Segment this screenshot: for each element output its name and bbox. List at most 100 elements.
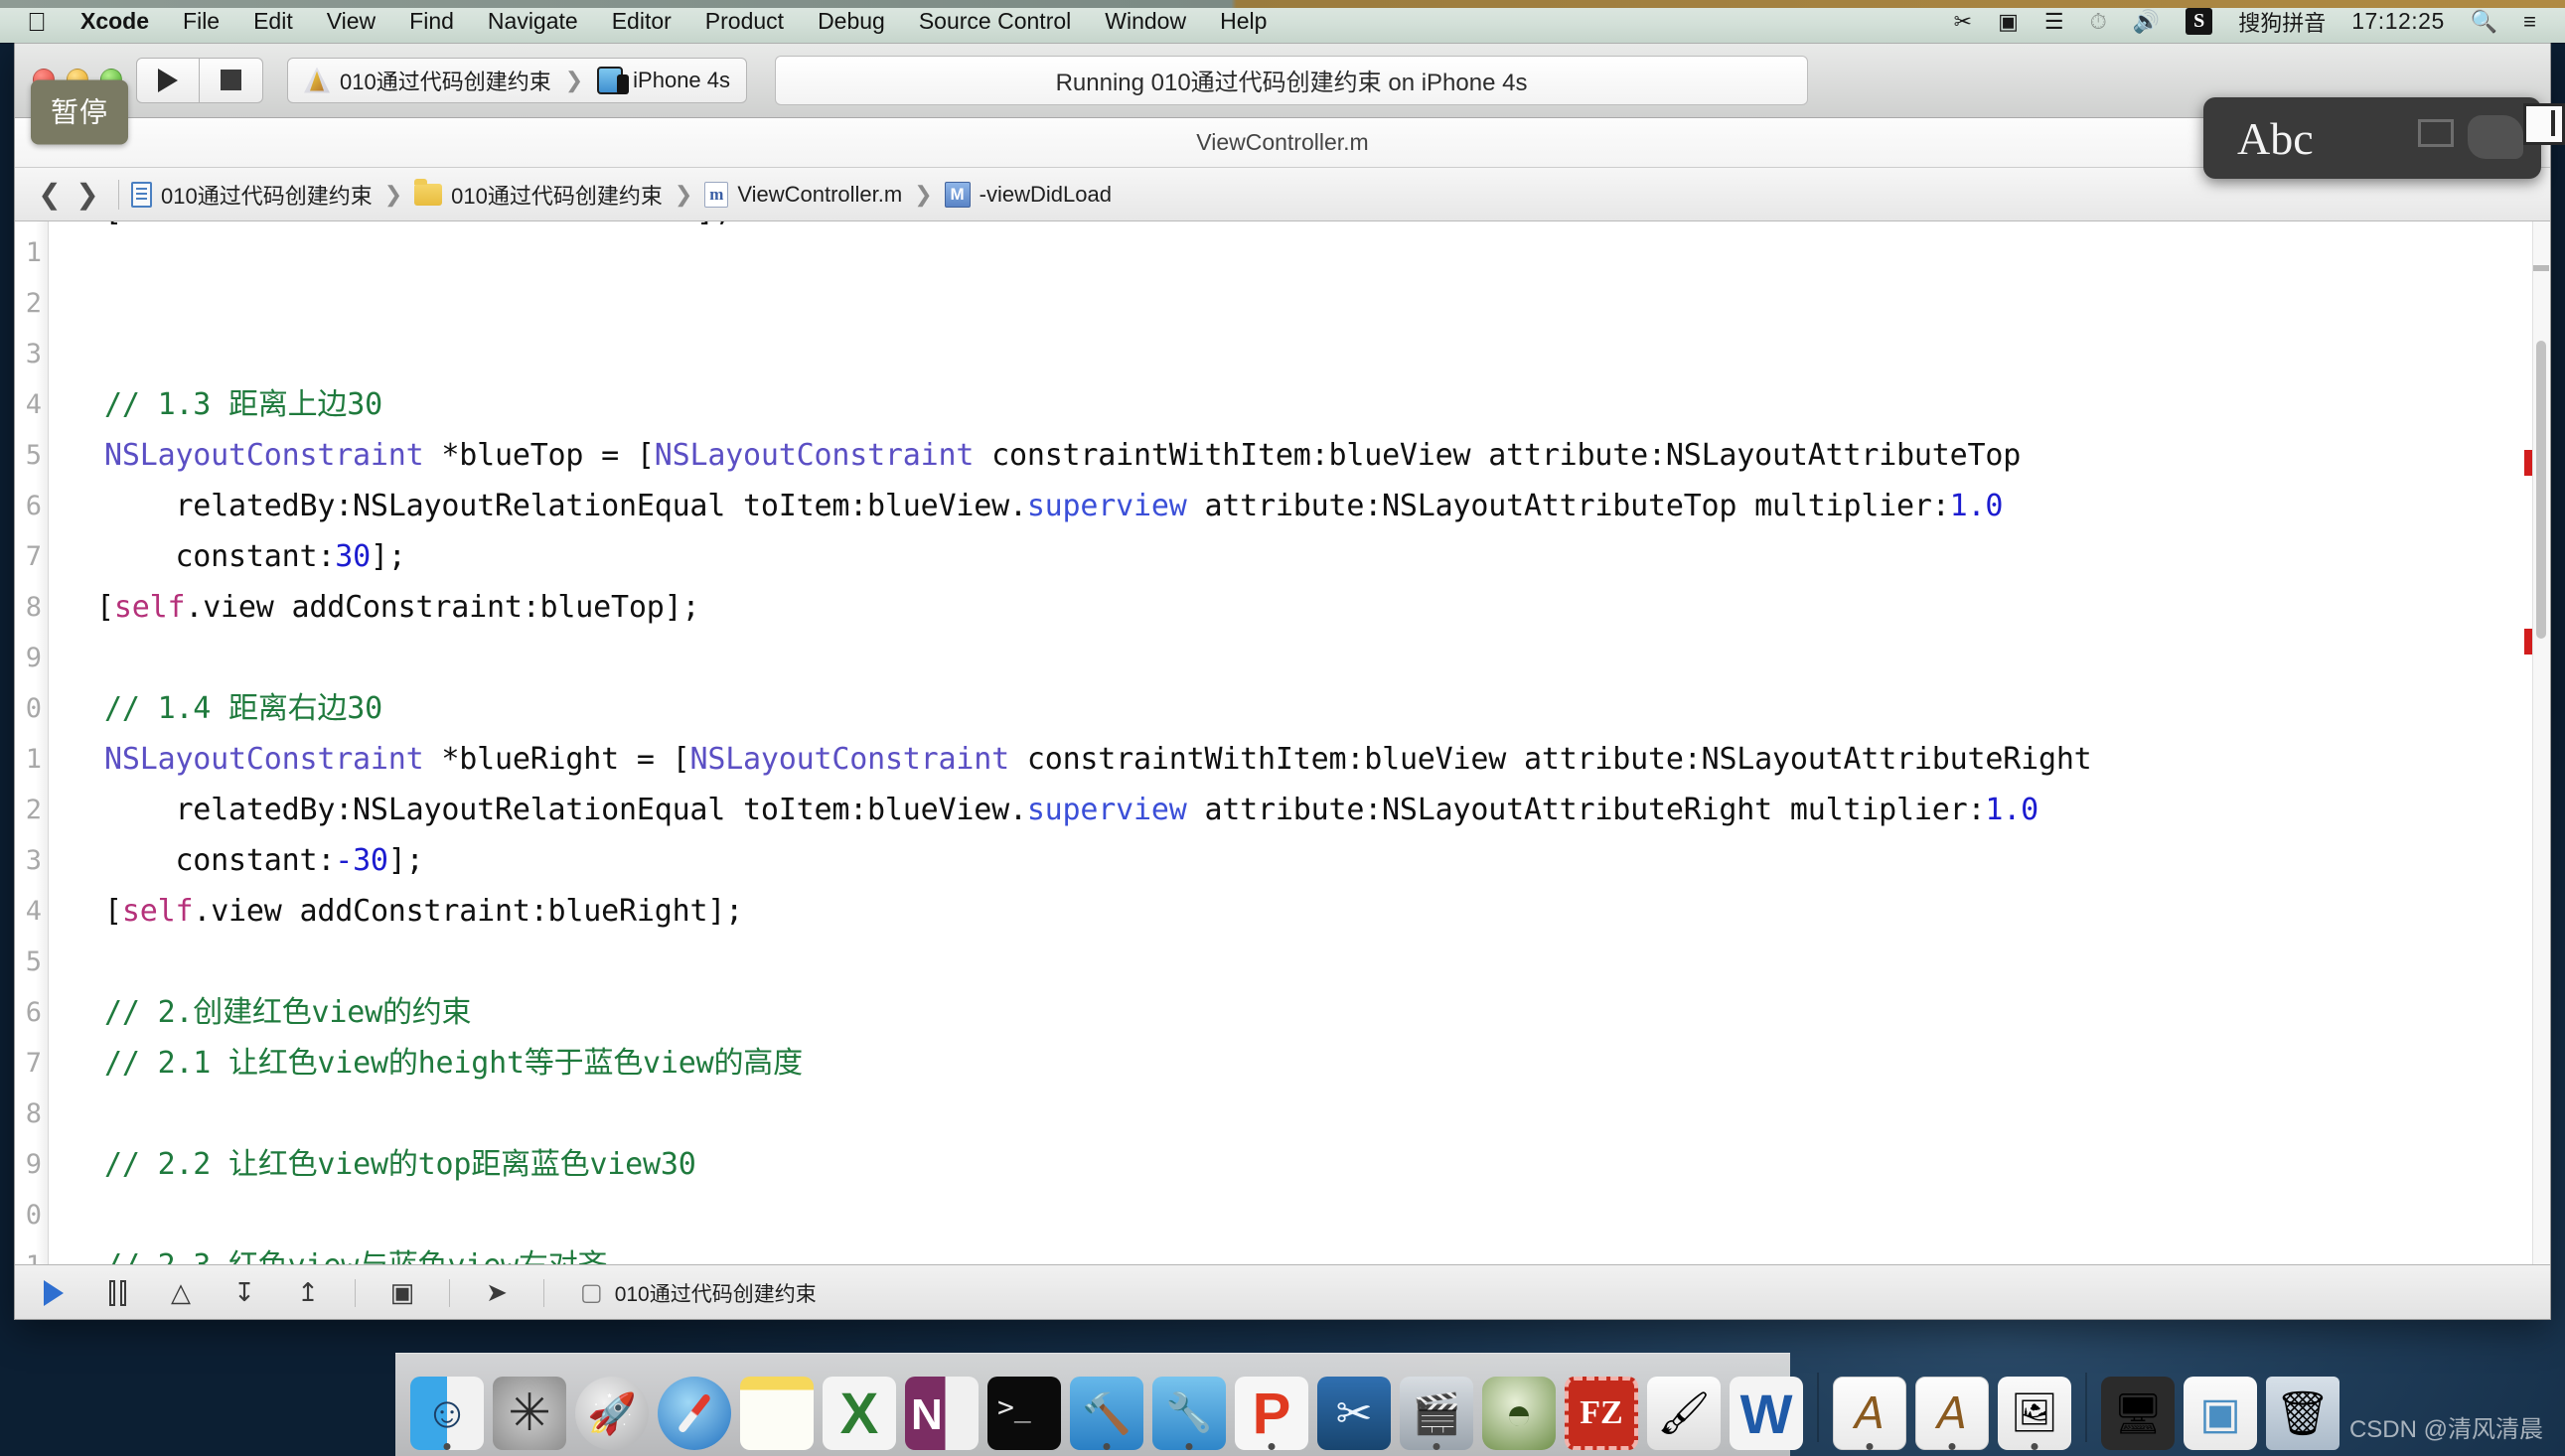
line-number: 6 — [25, 997, 42, 1028]
watermark: CSDN @清风清晨 — [2348, 1416, 2543, 1443]
breadcrumb-item-method[interactable]: M -viewDidLoad — [944, 181, 1112, 208]
continue-icon — [44, 1279, 64, 1306]
code-line: NSLayoutConstraint *blueRight = [NSLayou… — [104, 742, 2092, 777]
scrollbar-mark — [2533, 265, 2549, 271]
run-button[interactable] — [136, 57, 200, 103]
code-line: relatedBy:NSLayoutRelationEqual toItem:b… — [104, 489, 2004, 523]
scrollbar-thumb[interactable] — [2536, 341, 2546, 639]
chevron-right-icon[interactable]: ❯ — [69, 168, 106, 221]
running-indicator — [1268, 1443, 1276, 1450]
dock-item-pdf-reader[interactable] — [1232, 1365, 1311, 1450]
chevron-right-icon: ❯ — [674, 181, 693, 207]
dock-item-screen-share[interactable] — [2098, 1365, 2178, 1450]
pause-tooltip: 暂停 — [31, 79, 129, 145]
dock-item-safari[interactable] — [655, 1365, 734, 1450]
breadcrumb-label: -viewDidLoad — [979, 181, 1112, 207]
breadcrumb-divider — [118, 179, 119, 210]
line-number: 1 — [25, 237, 42, 268]
onenote-icon — [905, 1377, 979, 1450]
chevron-right-icon: ❯ — [914, 181, 933, 207]
dock-item-excel[interactable] — [820, 1365, 899, 1450]
dock-item-system-prefs[interactable] — [490, 1365, 569, 1450]
error-marker[interactable] — [2524, 629, 2532, 655]
trash-icon — [2266, 1377, 2339, 1450]
breadcrumb-item-folder[interactable]: 010通过代码创建约束 — [414, 178, 663, 211]
step-over-button[interactable]: △ — [164, 1276, 198, 1310]
hand-icon — [2468, 115, 2523, 159]
rocket-icon — [575, 1377, 649, 1450]
debug-process-selector[interactable]: ▢ 010通过代码创建约束 — [580, 1278, 817, 1308]
word-icon — [1730, 1377, 1803, 1450]
dock-item-navicat[interactable] — [1479, 1365, 1559, 1450]
code-comment: // 2.2 让红色view的top距离蓝色view30 — [104, 1147, 696, 1182]
pause-button[interactable] — [100, 1276, 134, 1310]
dock-item-document-a[interactable] — [1830, 1365, 1909, 1450]
dock-item-word[interactable] — [1727, 1365, 1806, 1450]
code-line: // 2.创建红色view的约束 — [49, 987, 2550, 1038]
dock-item-filezilla[interactable] — [1562, 1365, 1641, 1450]
dock-item-notes[interactable] — [737, 1365, 817, 1450]
current-filename: ViewController.m — [1196, 129, 1369, 155]
step-into-button[interactable]: ↧ — [227, 1276, 261, 1310]
dock-item-video-editor[interactable] — [1397, 1365, 1476, 1450]
view-hierarchy-button[interactable]: ▣ — [385, 1276, 419, 1310]
line-number: 8 — [25, 1098, 42, 1129]
line-number: 2 — [25, 795, 42, 825]
continue-button[interactable] — [37, 1276, 71, 1310]
dock-item-xcode-beta[interactable] — [1149, 1365, 1229, 1450]
line-number: 6 — [25, 491, 42, 521]
editor-scrollbar[interactable] — [2532, 221, 2550, 1264]
step-out-button[interactable]: ↥ — [291, 1276, 325, 1310]
dock-item-snip-tool[interactable] — [1314, 1365, 1394, 1450]
dock-item-document-a2[interactable] — [1912, 1365, 1992, 1450]
status-text: Running 010通过代码创建约束 on iPhone 4s — [1055, 70, 1528, 96]
gear-icon — [493, 1377, 566, 1450]
terminal-icon — [987, 1377, 1061, 1450]
simulate-location-icon: ➤ — [486, 1277, 508, 1307]
code-line: // 2.1 让红色view的height等于蓝色view的高度 — [49, 1038, 2550, 1089]
running-indicator — [1103, 1443, 1111, 1450]
code-line: // 2.3 红色view与蓝色view右对齐 — [49, 1240, 2550, 1264]
simulate-location-button[interactable]: ➤ — [480, 1276, 514, 1310]
code-line: constant:30]; — [104, 539, 406, 574]
code-comment: // 2.创建红色view的约束 — [104, 995, 472, 1030]
dock-item-launchpad[interactable] — [572, 1365, 652, 1450]
stop-button[interactable] — [200, 57, 263, 103]
error-marker[interactable] — [2524, 450, 2532, 476]
chevron-left-icon[interactable]: ❮ — [31, 168, 69, 221]
dock-item-trash[interactable] — [2263, 1365, 2342, 1450]
dock-item-preview[interactable] — [1995, 1365, 2074, 1450]
dock-item-onenote[interactable] — [902, 1365, 981, 1450]
code-line: constant:-30]; — [104, 843, 424, 878]
dock-item-terminal[interactable] — [984, 1365, 1064, 1450]
line-number: 7 — [25, 1048, 42, 1079]
code-line: // 1.4 距离右边30 — [49, 683, 2550, 734]
line-number: 1 — [25, 744, 42, 775]
line-number: 4 — [25, 389, 42, 420]
window-edge-widget[interactable] — [2523, 103, 2565, 145]
dock-item-finder[interactable] — [407, 1365, 487, 1450]
code-line: [self.view addConstraint:blueTop]; — [96, 590, 700, 625]
editor-title-bar: ViewController.m — [15, 118, 2550, 168]
picture-icon — [2184, 1377, 2257, 1450]
dock-item-pictures[interactable] — [2181, 1365, 2260, 1450]
background-window-strip — [0, 0, 2565, 8]
sogou-icon: S — [2186, 8, 2213, 35]
line-number: 1 — [15, 1240, 48, 1264]
line-number: 5 — [25, 440, 42, 471]
line-number: 9 — [25, 1149, 42, 1180]
dock-item-paint-tool[interactable] — [1644, 1365, 1724, 1450]
debug-bar-divider — [449, 1278, 450, 1307]
step-over-icon: △ — [171, 1277, 191, 1307]
activity-status-bar: Running 010通过代码创建约束 on iPhone 4s — [775, 55, 1809, 105]
breadcrumb-item-file[interactable]: m ViewController.m — [704, 181, 902, 208]
breadcrumb-item-project[interactable]: 010通过代码创建约束 — [131, 179, 373, 211]
excel-icon — [823, 1377, 896, 1450]
source-editor[interactable]: 1 2 3 4 5 6 7 8 9 0 1 2 3 4 5 6 7 8 9 0 … — [15, 221, 2550, 1264]
dock-item-xcode[interactable] — [1067, 1365, 1146, 1450]
scheme-selector[interactable]: 010通过代码创建约束 ❯ iPhone 4s — [287, 57, 748, 103]
debug-bar-divider — [543, 1278, 544, 1307]
code-text-area[interactable]: [self.view addConstraint:blueLeft]; // 1… — [49, 221, 2550, 1264]
